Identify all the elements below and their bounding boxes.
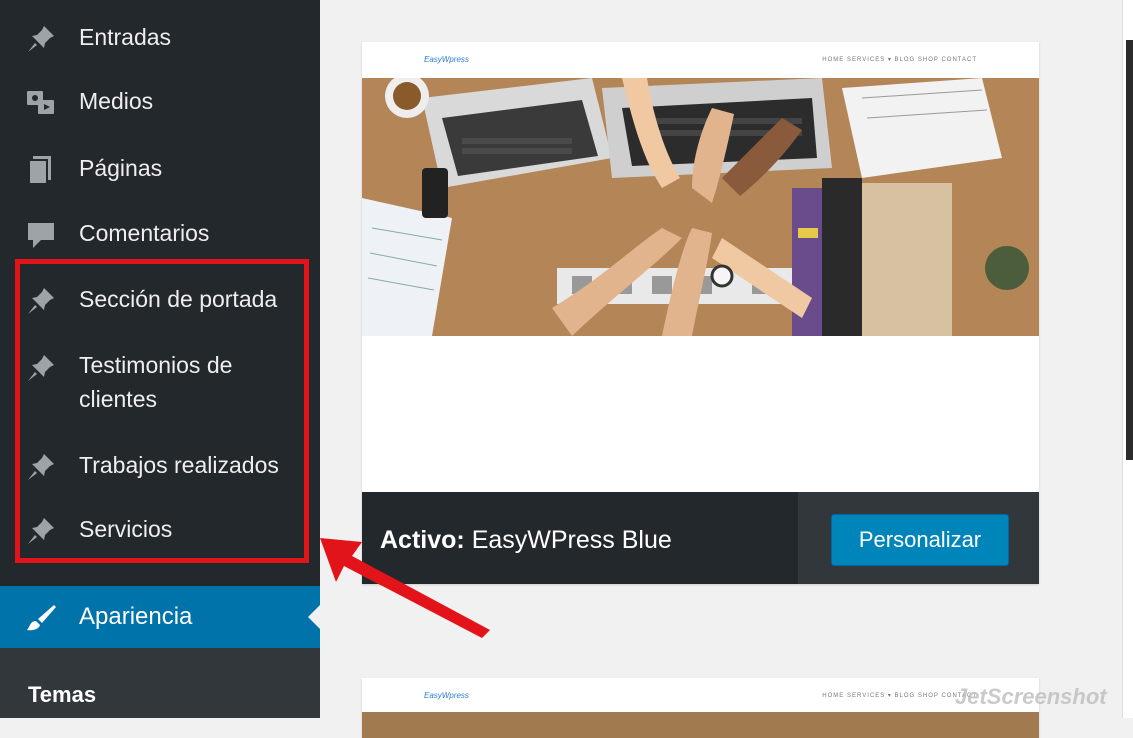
pin-icon: [24, 22, 58, 56]
theme-card-second[interactable]: EasyWpress HOME SERVICES ▾ BLOG SHOP CON…: [362, 678, 1039, 738]
submenu: Temas: [0, 648, 320, 718]
customize-button[interactable]: Personalizar: [831, 514, 1009, 566]
theme-preview-header: EasyWpress HOME SERVICES ▾ BLOG SHOP CON…: [362, 42, 1039, 78]
submenu-item-temas[interactable]: Temas: [28, 682, 96, 708]
theme-preview-nav: HOME SERVICES ▾ BLOG SHOP CONTACT: [822, 693, 977, 699]
theme-preview-logo: EasyWpress: [424, 55, 469, 64]
theme-preview-logo: EasyWpress: [424, 691, 469, 700]
media-icon: [24, 86, 58, 120]
sidebar-item-apariencia[interactable]: Apariencia: [0, 586, 320, 648]
theme-actions: Personalizar: [798, 492, 1039, 584]
paintbrush-icon: [24, 601, 58, 635]
annotation-arrow: [320, 538, 490, 638]
comments-icon: [24, 218, 58, 252]
watermark: JetScreenshot: [955, 684, 1107, 709]
right-edge-card: [1126, 40, 1133, 460]
theme-screenshot-image: [362, 712, 1039, 738]
theme-preview-nav: HOME SERVICES ▾ BLOG SHOP CONTACT: [822, 57, 977, 63]
theme-card-active[interactable]: EasyWpress HOME SERVICES ▾ BLOG SHOP CON…: [362, 42, 1039, 584]
theme-screenshot-image: [362, 78, 1039, 336]
highlight-annotation-box: [15, 259, 309, 563]
pages-icon: [24, 153, 58, 187]
